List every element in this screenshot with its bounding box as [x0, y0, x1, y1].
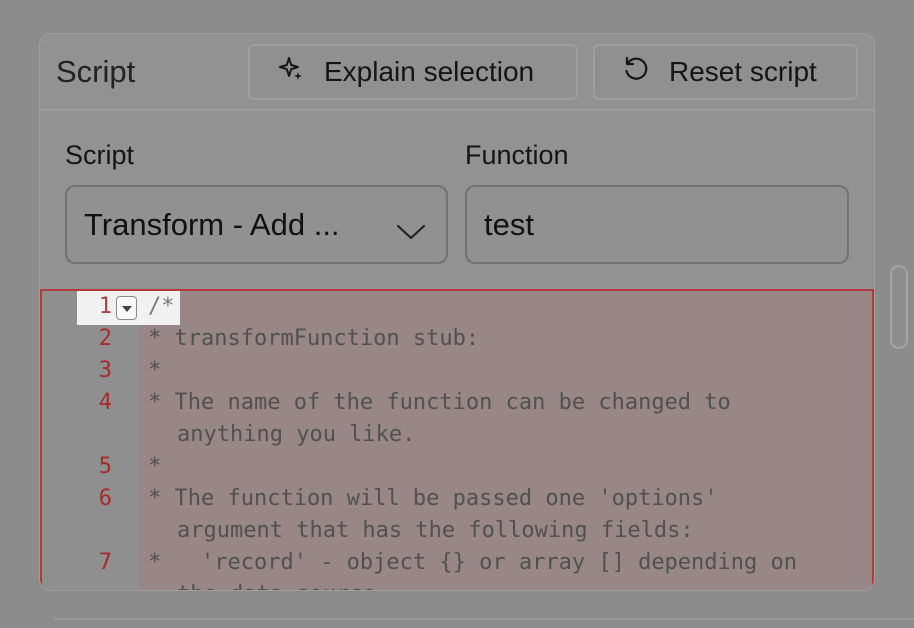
code-line-wrap: the data source: [148, 579, 868, 590]
line-number: 2: [98, 326, 112, 351]
code-line[interactable]: 3 *: [42, 355, 872, 387]
fold-arrow-icon[interactable]: [116, 296, 137, 320]
line-number: 6: [98, 486, 112, 511]
line-number: 1: [98, 294, 112, 319]
explain-selection-label: Explain selection: [324, 56, 535, 87]
code-text: * The function will be passed one 'optio…: [148, 483, 868, 547]
divider: [54, 618, 914, 620]
code-line-text: * The name of the function can be change…: [148, 390, 731, 415]
reset-script-button[interactable]: Reset script: [593, 44, 858, 100]
undo-icon: [621, 54, 669, 91]
line-number: 5: [98, 454, 112, 479]
code-text: * The name of the function can be change…: [148, 387, 868, 451]
line-number: 4: [98, 390, 112, 415]
script-select[interactable]: Transform - Add ...: [65, 185, 448, 264]
script-panel: Script Explain selection Reset script Sc…: [39, 33, 875, 591]
code-line[interactable]: 7 * 'record' - object {} or array [] dep…: [42, 547, 872, 590]
chevron-down-icon: [396, 214, 426, 250]
code-line[interactable]: 2 * transformFunction stub:: [42, 323, 872, 355]
code-line-text: *: [148, 454, 162, 479]
code-line[interactable]: 1 /*: [42, 291, 872, 323]
script-field-label: Script: [65, 140, 135, 170]
code-text: *: [148, 355, 868, 387]
page-scrollbar[interactable]: [890, 265, 908, 349]
line-number: 3: [98, 358, 112, 383]
code-text: * transformFunction stub:: [148, 323, 868, 355]
panel-header: Script Explain selection Reset script: [40, 34, 874, 111]
code-line[interactable]: 6 * The function will be passed one 'opt…: [42, 483, 872, 547]
code-line-text: * transformFunction stub:: [148, 326, 480, 351]
code-text: * 'record' - object {} or array [] depen…: [148, 547, 868, 590]
explain-selection-button[interactable]: Explain selection: [248, 44, 578, 100]
code-line[interactable]: 4 * The name of the function can be chan…: [42, 387, 872, 451]
code-lines: 1 /* 2 * transformFunction stub: 3 * 4 *…: [42, 291, 872, 590]
script-select-value: Transform - Add ...: [84, 206, 340, 242]
code-line-wrap: argument that has the following fields:: [177, 518, 694, 543]
code-line-text: *: [148, 358, 162, 383]
code-line-wrap: anything you like.: [177, 422, 416, 447]
code-editor[interactable]: 1 /* 2 * transformFunction stub: 3 * 4 *…: [40, 289, 874, 590]
code-line-text: * The function will be passed one 'optio…: [148, 486, 718, 511]
code-text: *: [148, 451, 868, 483]
code-line[interactable]: 5 *: [42, 451, 872, 483]
code-text: /*: [148, 291, 868, 323]
function-field-label: Function: [465, 140, 569, 170]
code-line-text: /*: [148, 294, 175, 319]
sparkle-icon: [276, 54, 324, 91]
panel-title: Script: [56, 54, 136, 89]
line-number: 7: [98, 550, 112, 575]
reset-script-label: Reset script: [669, 56, 817, 87]
code-line-text: * 'record' - object {} or array [] depen…: [148, 550, 798, 575]
function-input[interactable]: [465, 185, 849, 264]
